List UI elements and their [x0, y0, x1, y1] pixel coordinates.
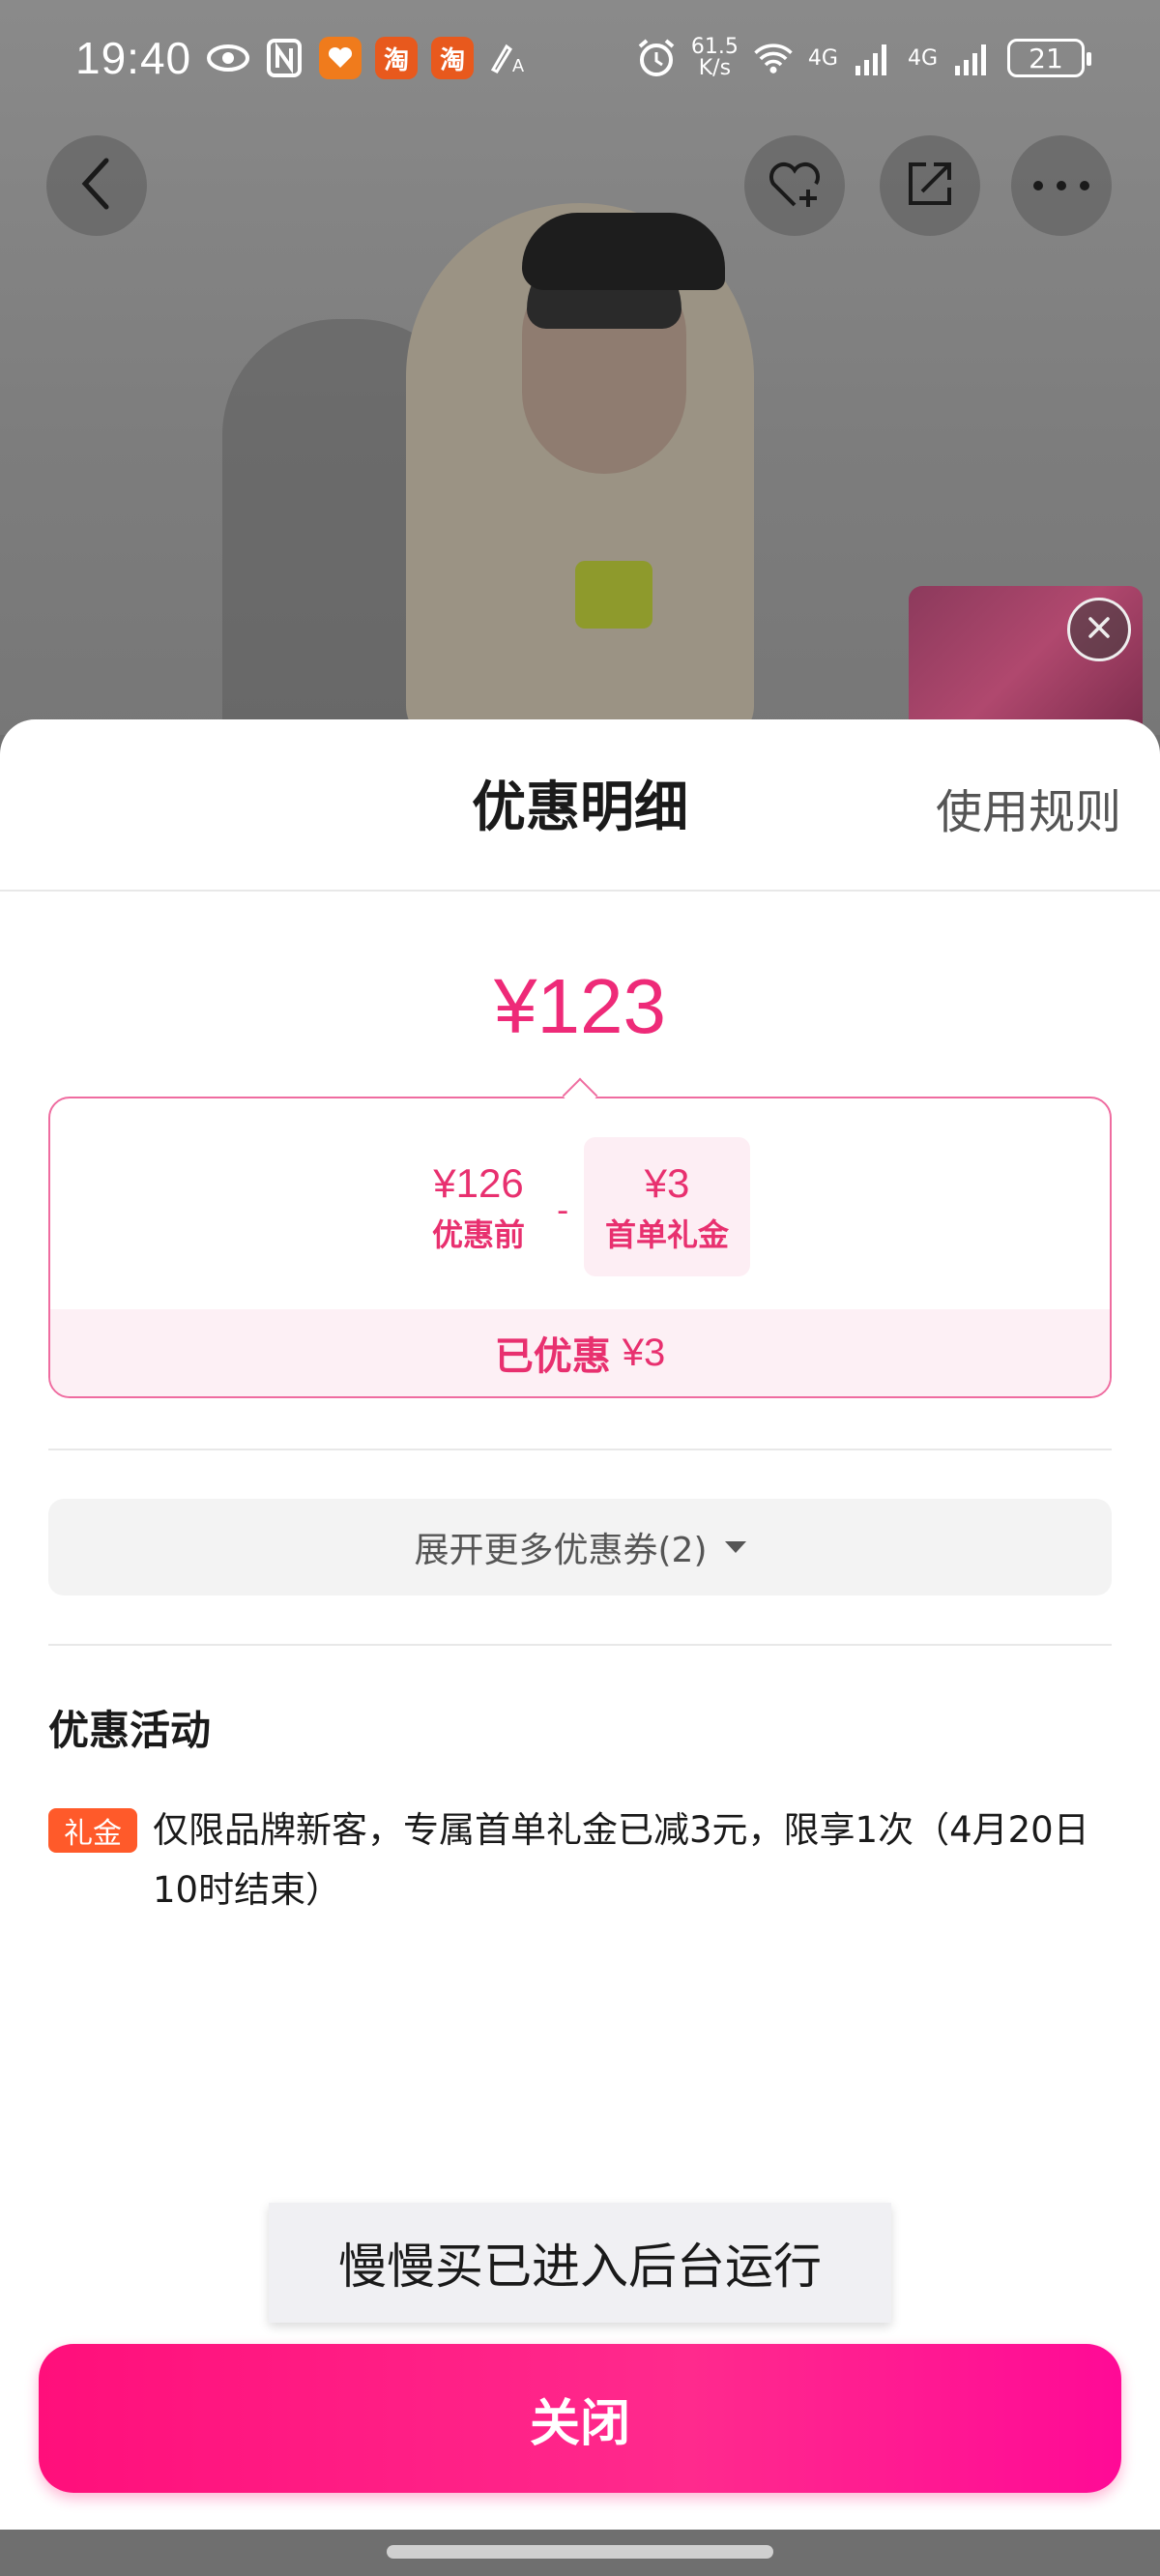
share-button[interactable]	[880, 135, 980, 236]
activities-title: 优惠活动	[48, 1707, 212, 1754]
more-button[interactable]	[1011, 135, 1112, 236]
expand-label: 展开更多优惠券(2)	[414, 1531, 708, 1570]
svg-text:A: A	[512, 56, 524, 75]
close-circle-icon	[1085, 613, 1114, 646]
minus-operator: -	[557, 1191, 569, 1230]
taobao-app-icon: 淘	[375, 37, 419, 79]
share-icon	[901, 155, 959, 217]
usage-rules-link[interactable]: 使用规则	[936, 774, 1121, 841]
net-speed-value: 61.5	[690, 35, 739, 59]
caret-down-icon	[724, 1541, 746, 1553]
battery-level: 21	[1029, 42, 1063, 74]
saved-label: 已优惠	[494, 1334, 611, 1379]
price-breakdown-card: 已优惠 ¥3	[48, 1097, 1112, 1398]
signal-icon-2	[951, 37, 994, 79]
network-speed: 61.5 K/s	[691, 37, 739, 79]
first-order-gift-item: ¥3 首单礼金	[594, 1160, 740, 1255]
status-icons-left: 淘 淘 A	[207, 37, 530, 79]
wifi-icon	[752, 37, 795, 79]
gift-value: ¥3	[644, 1160, 690, 1206]
nfc-icon	[263, 37, 305, 79]
saved-amount-bar: 已优惠 ¥3	[50, 1309, 1110, 1396]
photo-shirt	[575, 561, 652, 629]
net-speed-unit: K/s	[698, 56, 732, 80]
home-indicator[interactable]	[387, 2545, 773, 2559]
original-price-label: 优惠前	[431, 1216, 525, 1253]
back-button[interactable]	[46, 135, 147, 236]
pen-a-icon: A	[487, 37, 530, 79]
close-button[interactable]: 关闭	[39, 2344, 1121, 2493]
original-price-value: ¥126	[433, 1160, 524, 1206]
gift-label: 首单礼金	[604, 1216, 729, 1253]
header-divider	[0, 890, 1160, 892]
taobao-app-icon-2: 淘	[431, 37, 475, 79]
section-divider-2	[48, 1644, 1112, 1646]
status-bar: 19:40 淘 淘 A 61.5 K/s 4G 4G 21	[0, 0, 1160, 116]
status-time: 19:40	[75, 33, 192, 83]
heart-app-icon	[319, 37, 362, 79]
battery-icon: 21	[1007, 39, 1091, 77]
back-icon	[77, 155, 116, 217]
gift-tag: 礼金	[48, 1808, 137, 1853]
favorite-button[interactable]	[744, 135, 845, 236]
signal-label-2: 4G	[907, 45, 938, 71]
signal-label-1: 4G	[807, 45, 838, 71]
activity-description: 仅限品牌新客，专属首单礼金已减3元，限享1次（4月20日10时结束）	[153, 1809, 1089, 1911]
toast-message: 慢慢买已进入后台运行	[269, 2203, 891, 2323]
signal-icon	[852, 37, 894, 79]
thumbnail-close-button[interactable]	[1067, 598, 1131, 661]
more-icon	[1030, 177, 1092, 195]
saved-amount: ¥3	[622, 1331, 666, 1374]
photo-cap	[522, 213, 725, 290]
section-divider-1	[48, 1449, 1112, 1450]
expand-more-coupons-button[interactable]: 展开更多优惠券(2)	[48, 1499, 1112, 1595]
original-price-item: ¥126 优惠前	[416, 1160, 541, 1255]
alarm-icon	[635, 37, 678, 79]
status-icons-right: 61.5 K/s 4G 4G 21	[635, 37, 1091, 79]
favorite-add-icon	[764, 155, 826, 217]
eye-icon	[207, 37, 250, 79]
final-price: ¥123	[494, 963, 666, 1049]
